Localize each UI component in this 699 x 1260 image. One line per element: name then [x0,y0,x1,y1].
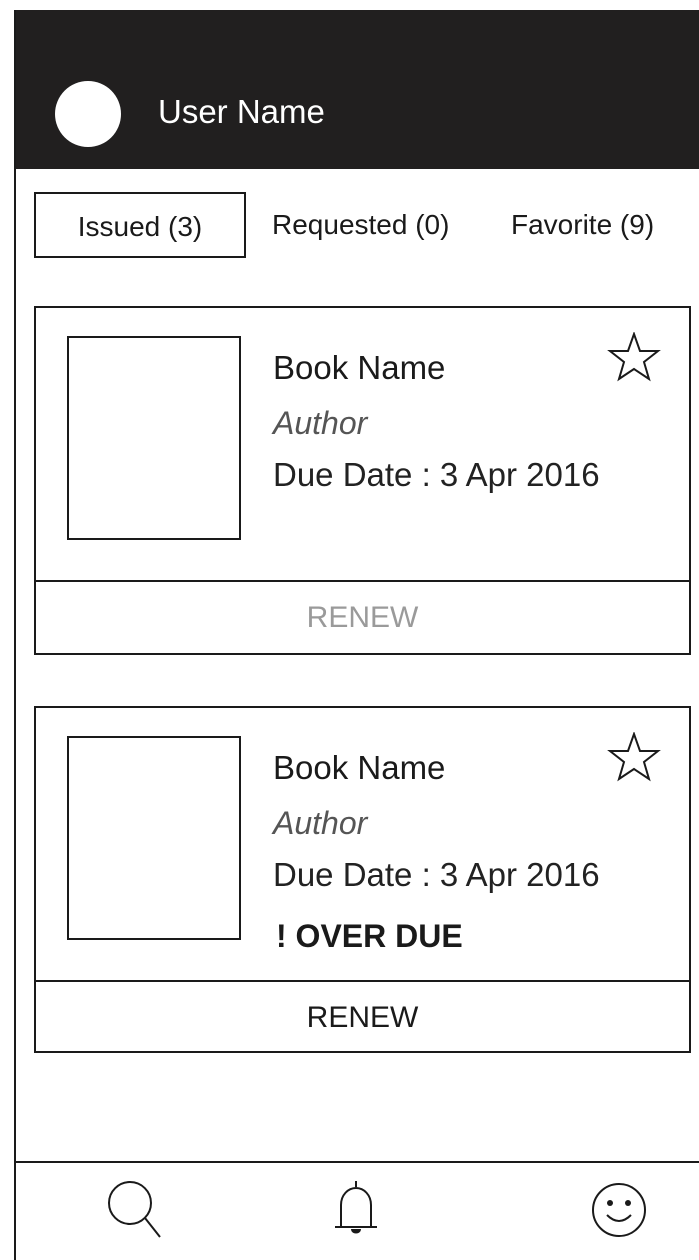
username: User Name [158,93,325,130]
renew-button[interactable]: RENEW [36,998,689,1038]
app-header [16,10,699,169]
book-author: Author [273,805,368,841]
due-date: Due Date : 3 Apr 2016 [273,856,600,893]
star-icon[interactable] [606,332,662,382]
book-cover[interactable] [67,336,241,540]
renew-button[interactable]: RENEW [36,598,689,638]
divider [36,980,689,982]
book-title: Book Name [273,349,446,386]
tab-issued[interactable]: Issued (3) [34,192,246,258]
star-icon[interactable] [606,732,662,782]
smiley-icon[interactable] [584,1175,654,1245]
book-title: Book Name [273,749,446,786]
book-card: Book Name Author Due Date : 3 Apr 2016 !… [34,706,691,1053]
bottom-nav [16,1161,699,1249]
search-icon[interactable] [100,1175,170,1245]
book-cover[interactable] [67,736,241,940]
divider [36,580,689,582]
book-author: Author [273,405,368,441]
avatar[interactable] [55,81,121,147]
due-date: Due Date : 3 Apr 2016 [273,456,600,493]
book-card: Book Name Author Due Date : 3 Apr 2016 R… [34,306,691,655]
tab-requested[interactable]: Requested (0) [272,192,449,258]
overdue-warning: ! OVER DUE [276,918,463,954]
bell-icon[interactable] [321,1175,391,1245]
tab-favorite[interactable]: Favorite (9) [511,192,654,258]
